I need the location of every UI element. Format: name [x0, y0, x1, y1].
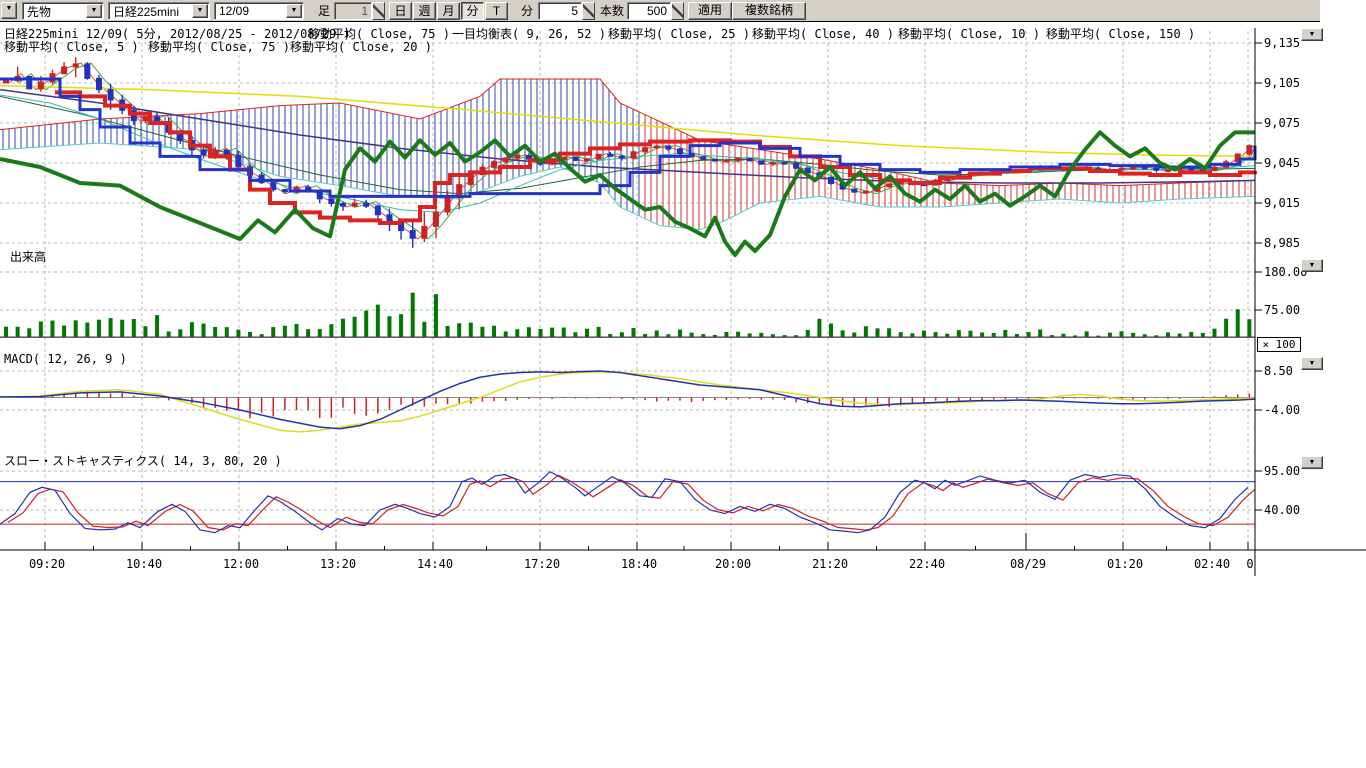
collapsed-combo-dropdown-button[interactable]: ▼ — [1, 2, 17, 19]
time-axis-label: 0 — [1230, 557, 1270, 571]
time-axis-label: 18:40 — [619, 557, 659, 571]
period-button-日[interactable]: 日 — [389, 2, 412, 20]
chevron-down-icon[interactable]: ▼ — [86, 4, 102, 18]
stochastics-pane — [0, 472, 1255, 533]
panel-dropdown-button[interactable]: ▼ — [1301, 357, 1323, 370]
bar-count-field[interactable]: 500 — [627, 2, 671, 20]
spin-button-icon[interactable] — [582, 2, 595, 20]
time-axis-label: 02:40 — [1192, 557, 1232, 571]
volume-pane-title: 出来高 — [10, 248, 46, 265]
time-axis-label: 01:20 — [1105, 557, 1145, 571]
time-axis-label: 20:00 — [713, 557, 753, 571]
period-button-T[interactable]: T — [485, 2, 508, 20]
time-axis-label: 14:40 — [415, 557, 455, 571]
legend-item: 移動平均( Close, 20 ) — [290, 38, 432, 55]
price-axis-label: 9,075 — [1264, 116, 1300, 130]
symbol-combobox[interactable]: 日経225mini ▼ — [108, 2, 210, 20]
macd-pane-title: MACD( 12, 26, 9 ) — [4, 352, 127, 366]
period-button-月[interactable]: 月 — [437, 2, 460, 20]
apply-button[interactable]: 適用 — [688, 2, 732, 20]
stoch-axis-label: 95.00 — [1264, 464, 1300, 478]
volume-multiplier-box: × 100 — [1257, 337, 1301, 352]
panel-dropdown-button[interactable]: ▼ — [1301, 259, 1323, 272]
price-axis-label: 8,985 — [1264, 236, 1300, 250]
bar-interval-field[interactable]: 1 — [334, 2, 372, 20]
macd-axis-label: -4.00 — [1264, 403, 1300, 417]
toolbar: ▼ 先物 ▼ 日経225mini ▼ 12/09 ▼ 足 1 日週月分T 分 5… — [0, 0, 1320, 22]
spin-button-icon[interactable] — [671, 2, 684, 20]
contract-month-combobox[interactable]: 12/09 ▼ — [214, 2, 304, 20]
combo-value: 日経225mini — [109, 3, 192, 20]
time-axis-label: 13:20 — [318, 557, 358, 571]
legend-item: 移動平均( Close, 150 ) — [1046, 25, 1195, 42]
bar-type-label: 足 — [318, 2, 330, 20]
time-axis-label: 08/29 — [1008, 557, 1048, 571]
chart-canvas — [0, 23, 1366, 579]
chevron-down-icon: ▼ — [1309, 31, 1316, 38]
time-axis-label: 09:20 — [27, 557, 67, 571]
period-button-週[interactable]: 週 — [413, 2, 436, 20]
price-axis-label: 9,105 — [1264, 76, 1300, 90]
time-axis-label: 12:00 — [221, 557, 261, 571]
minute-value-field[interactable]: 5 — [538, 2, 582, 20]
volume-bars — [0, 293, 1255, 337]
volume-axis-label: 75.00 — [1264, 303, 1300, 317]
chevron-down-icon: ▼ — [6, 5, 13, 12]
price-axis-label: 9,045 — [1264, 156, 1300, 170]
chevron-down-icon: ▼ — [1309, 459, 1316, 466]
time-axis-label: 21:20 — [810, 557, 850, 571]
macd-pane — [0, 371, 1255, 432]
axes — [0, 28, 1366, 576]
minute-label: 分 — [521, 2, 533, 20]
stoch-pane-title: スロー・ストキャスティクス( 14, 3, 80, 20 ) — [4, 452, 282, 469]
price-axis-label: 9,015 — [1264, 196, 1300, 210]
bar-count-label: 本数 — [600, 2, 624, 20]
legend-item: 移動平均( Close, 75 ) — [148, 38, 290, 55]
chevron-down-icon: ▼ — [1309, 360, 1316, 367]
legend-item: 移動平均( Close, 25 ) — [608, 25, 750, 42]
chevron-down-icon[interactable]: ▼ — [192, 4, 208, 18]
price-axis-label: 9,135 — [1264, 36, 1300, 50]
legend-item: 移動平均( Close, 40 ) — [752, 25, 894, 42]
legend-item: 移動平均( Close, 5 ) — [4, 38, 139, 55]
time-axis-label: 10:40 — [124, 557, 164, 571]
trading-app-window: { "toolbar": { "lone_combo_arrow": "drop… — [0, 0, 1366, 768]
chevron-down-icon[interactable]: ▼ — [286, 4, 302, 18]
legend-item: 移動平均( Close, 10 ) — [898, 25, 1040, 42]
chevron-down-icon: ▼ — [1309, 262, 1316, 269]
panel-dropdown-button[interactable]: ▼ — [1301, 28, 1323, 41]
combo-value: 先物 — [23, 3, 86, 20]
macd-axis-label: 8.50 — [1264, 364, 1293, 378]
multi-symbol-button[interactable]: 複数銘柄 — [732, 2, 806, 20]
legend-item: 一目均衡表( 9, 26, 52 ) — [452, 25, 606, 42]
time-axis-label: 22:40 — [907, 557, 947, 571]
panel-dropdown-button[interactable]: ▼ — [1301, 456, 1323, 469]
spin-button-icon[interactable] — [372, 2, 385, 20]
stoch-axis-label: 40.00 — [1264, 503, 1300, 517]
time-axis-label: 17:20 — [522, 557, 562, 571]
period-button-分[interactable]: 分 — [461, 2, 484, 20]
instrument-type-combobox[interactable]: 先物 ▼ — [22, 2, 104, 20]
combo-value: 12/09 — [215, 4, 286, 18]
